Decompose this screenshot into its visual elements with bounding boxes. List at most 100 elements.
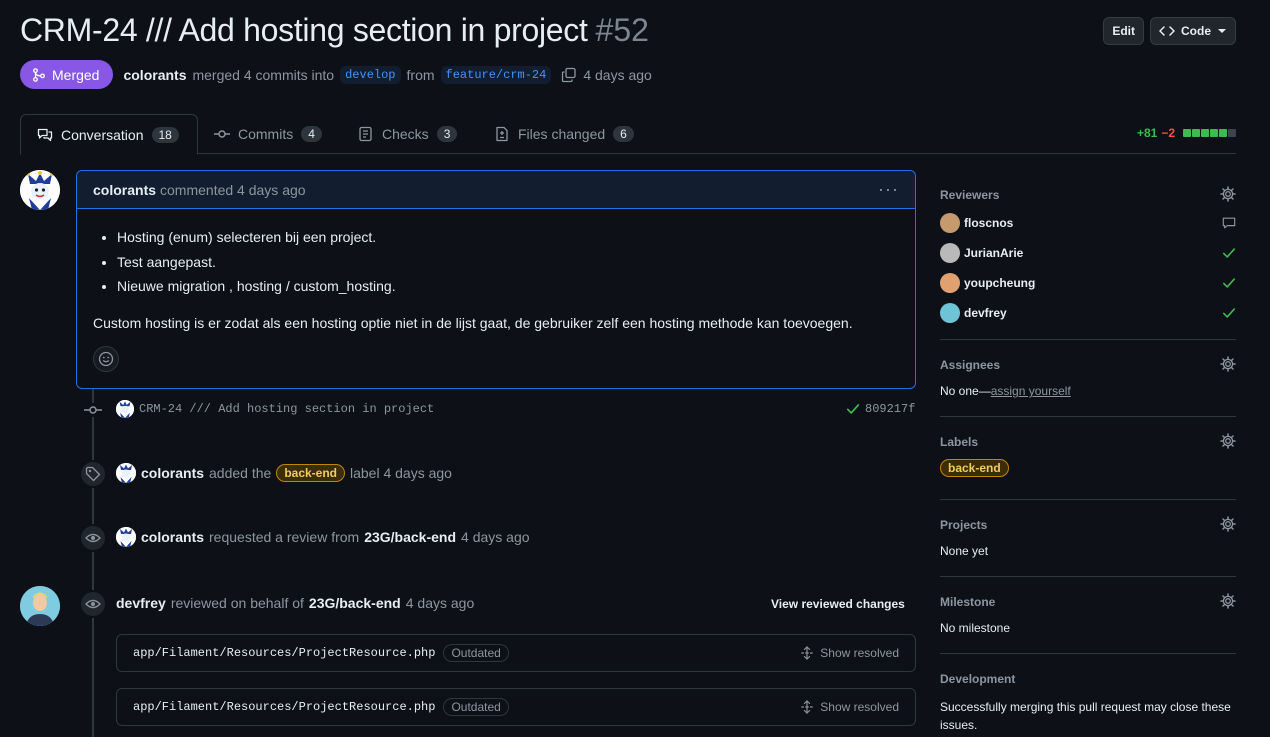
projects-title[interactable]: Projects xyxy=(940,518,1236,532)
comment-author[interactable]: colorants xyxy=(93,182,156,198)
comment-paragraph: Custom hosting is er zodat als een hosti… xyxy=(93,314,853,331)
label-back-end[interactable]: back-end xyxy=(276,464,345,482)
view-reviewed-changes-button[interactable]: View reviewed changes xyxy=(771,597,905,611)
team-link[interactable]: 23G/back-end xyxy=(309,595,401,611)
comment-discussion-icon xyxy=(37,128,53,141)
head-branch[interactable]: feature/crm-24 xyxy=(440,65,552,84)
avatar xyxy=(940,303,960,323)
eye-badge xyxy=(79,524,107,552)
event-text: added the xyxy=(209,465,272,481)
event-actor[interactable]: colorants xyxy=(141,529,204,545)
check-icon[interactable] xyxy=(846,402,860,416)
avatar[interactable] xyxy=(20,586,60,626)
merged-status-badge: Merged xyxy=(20,60,114,89)
diffstat-block xyxy=(1228,129,1236,137)
jester-avatar-icon xyxy=(116,463,136,483)
pr-number: #52 xyxy=(595,12,649,48)
checklist-icon xyxy=(359,126,372,142)
tab-files-changed-count: 6 xyxy=(613,126,634,142)
smiley-icon xyxy=(98,351,114,367)
avatar[interactable] xyxy=(116,527,136,547)
more-options-icon[interactable]: ··· xyxy=(878,179,899,200)
show-resolved-button[interactable]: Show resolved xyxy=(800,700,899,714)
commit-status: 809217f xyxy=(846,402,915,416)
commit-sha[interactable]: 809217f xyxy=(865,402,915,416)
comment-box: colorants commented 4 days ago ··· Hosti… xyxy=(76,170,916,389)
gear-icon[interactable] xyxy=(1220,593,1236,609)
milestone-title[interactable]: Milestone xyxy=(940,595,1236,609)
event-actor[interactable]: devfrey xyxy=(116,595,166,611)
review-request-event: colorants requested a review from 23G/ba… xyxy=(116,527,530,547)
gear-icon[interactable] xyxy=(1220,433,1236,449)
tab-commits-label: Commits xyxy=(238,126,294,142)
event-actor[interactable]: colorants xyxy=(141,465,204,481)
avatar[interactable] xyxy=(116,463,136,483)
comment-meta[interactable]: commented 4 days ago xyxy=(160,182,306,198)
diffstat-block xyxy=(1210,129,1218,137)
tab-checks[interactable]: Checks 3 xyxy=(342,114,473,154)
gear-icon[interactable] xyxy=(1220,516,1236,532)
reviewer-row[interactable]: JurianArie xyxy=(940,238,1236,268)
tab-conversation[interactable]: Conversation 18 xyxy=(20,114,198,155)
timeline-line xyxy=(92,389,94,737)
commit-row: CRM-24 /// Add hosting section in projec… xyxy=(116,400,434,418)
add-reaction-button[interactable] xyxy=(93,346,119,372)
list-item: Hosting (enum) selecteren bij een projec… xyxy=(117,225,899,250)
jester-avatar-icon xyxy=(116,527,136,547)
jester-avatar-icon xyxy=(20,170,60,210)
copy-icon[interactable] xyxy=(561,67,577,83)
assign-yourself-link[interactable]: assign yourself xyxy=(991,384,1071,398)
event-time[interactable]: 4 days ago xyxy=(406,595,475,611)
show-resolved-button[interactable]: Show resolved xyxy=(800,646,899,660)
avatar[interactable] xyxy=(20,170,60,210)
commit-node xyxy=(84,403,102,417)
gear-icon[interactable] xyxy=(1220,186,1236,202)
reviewer-row[interactable]: floscnos xyxy=(940,208,1236,238)
assignees-title[interactable]: Assignees xyxy=(940,358,1236,372)
labels-title[interactable]: Labels xyxy=(940,435,1236,449)
event-time[interactable]: 4 days ago xyxy=(461,529,530,545)
commit-message[interactable]: CRM-24 /// Add hosting section in projec… xyxy=(139,402,434,416)
reviewer-name: floscnos xyxy=(964,216,1014,230)
event-text: requested a review from xyxy=(209,529,360,545)
avatar xyxy=(940,213,960,233)
avatar xyxy=(940,243,960,263)
git-merge-icon xyxy=(33,67,45,82)
sidebar-labels: Labels back-end xyxy=(940,417,1236,500)
tab-checks-count: 3 xyxy=(436,126,458,142)
reviewer-row[interactable]: devfrey xyxy=(940,298,1236,328)
outdated-badge: Outdated xyxy=(443,644,509,662)
devfrey-avatar-icon xyxy=(20,586,60,626)
diffstat-block xyxy=(1183,129,1191,137)
tab-files-changed[interactable]: Files changed 6 xyxy=(478,114,650,154)
label-back-end[interactable]: back-end xyxy=(940,459,1009,477)
sidebar-assignees: Assignees No one—assign yourself xyxy=(940,340,1236,417)
reviewer-row[interactable]: youpcheung xyxy=(940,268,1236,298)
base-branch[interactable]: develop xyxy=(340,65,401,84)
eye-icon xyxy=(85,599,101,609)
tab-commits[interactable]: Commits 4 xyxy=(198,114,338,154)
header-actions: Edit Code xyxy=(1103,17,1236,45)
list-item: Nieuwe migration , hosting / custom_host… xyxy=(117,274,899,299)
author-link[interactable]: colorants xyxy=(123,67,186,83)
file-path[interactable]: app/Filament/Resources/ProjectResource.p… xyxy=(133,646,435,660)
edit-button[interactable]: Edit xyxy=(1103,17,1144,45)
comment-header: colorants commented 4 days ago ··· xyxy=(77,171,915,209)
reviewers-title[interactable]: Reviewers xyxy=(940,188,1236,202)
reviewer-list: floscnos JurianArie youpcheung devfrey xyxy=(940,208,1236,328)
check-icon xyxy=(1222,278,1236,288)
check-icon xyxy=(1222,308,1236,318)
unfold-icon xyxy=(801,646,814,660)
comment-bullet-list: Hosting (enum) selecteren bij een projec… xyxy=(93,225,899,299)
gear-icon[interactable] xyxy=(1220,356,1236,372)
event-text: reviewed on behalf of xyxy=(170,595,304,611)
sidebar-milestone: Milestone No milestone xyxy=(940,577,1236,654)
team-link[interactable]: 23G/back-end xyxy=(364,529,456,545)
event-text: label 4 days ago xyxy=(350,465,452,481)
pr-title-row: CRM-24 /// Add hosting section in projec… xyxy=(20,12,649,49)
code-button[interactable]: Code xyxy=(1150,17,1236,45)
outdated-badge: Outdated xyxy=(443,698,509,716)
development-title[interactable]: Development xyxy=(940,672,1236,686)
file-path[interactable]: app/Filament/Resources/ProjectResource.p… xyxy=(133,700,435,714)
tab-conversation-label: Conversation xyxy=(61,126,144,143)
